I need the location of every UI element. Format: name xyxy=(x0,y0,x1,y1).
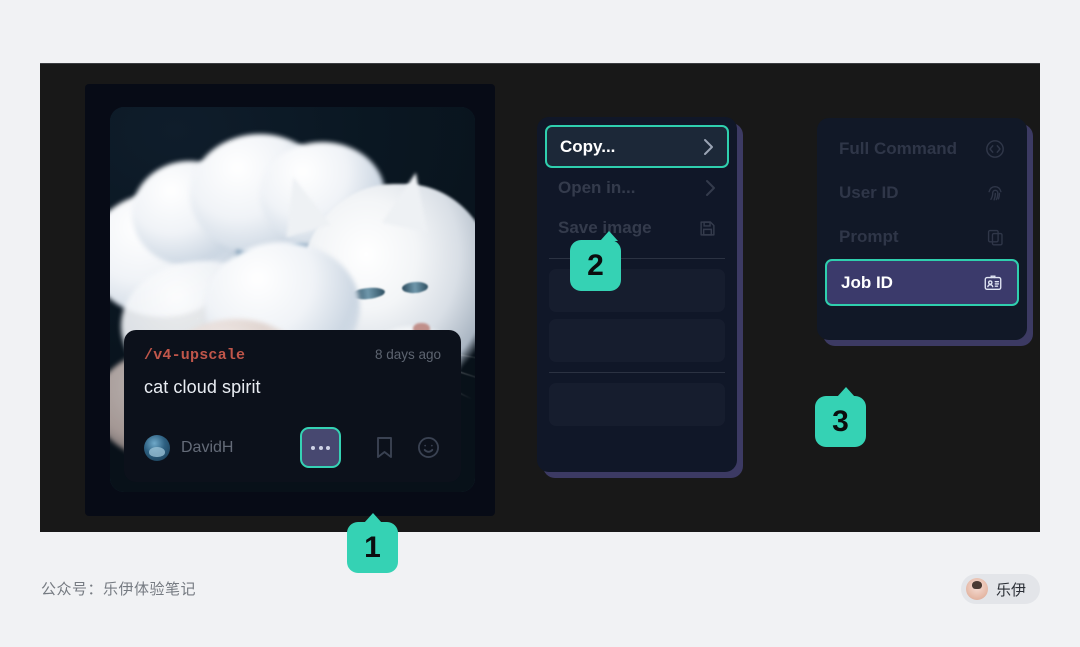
more-options-button[interactable] xyxy=(300,427,341,468)
dark-stage: /v4-upscale 8 days ago cat cloud spirit … xyxy=(40,63,1040,573)
context-menu: Copy... Open in... Save image xyxy=(537,117,737,472)
menu-placeholder-row[interactable] xyxy=(549,319,725,362)
full-command-menu-item[interactable]: Full Command xyxy=(825,127,1019,171)
job-id-label: Job ID xyxy=(841,272,893,292)
fingerprint-icon xyxy=(988,185,1002,201)
prompt-text: cat cloud spirit xyxy=(144,377,261,397)
copy-submenu: Full Command User ID Prompt Job ID xyxy=(817,118,1027,340)
save-icon xyxy=(700,220,715,236)
code-icon xyxy=(986,140,1004,158)
bookmark-icon[interactable] xyxy=(369,433,399,463)
image-card-container: /v4-upscale 8 days ago cat cloud spirit … xyxy=(85,84,495,516)
card-info-panel: /v4-upscale 8 days ago cat cloud spirit … xyxy=(124,330,461,482)
avatar xyxy=(144,434,170,461)
brand-badge: 乐伊 xyxy=(960,574,1040,604)
image-card[interactable]: /v4-upscale 8 days ago cat cloud spirit … xyxy=(110,107,475,492)
user-id-menu-item[interactable]: User ID xyxy=(825,171,1019,215)
full-command-label: Full Command xyxy=(839,139,958,158)
job-id-menu-item[interactable]: Job ID xyxy=(825,259,1019,306)
chevron-right-icon xyxy=(706,180,715,196)
callout-badge-2: 2 xyxy=(570,231,621,291)
prompt-label: Prompt xyxy=(839,227,899,246)
smiley-icon[interactable] xyxy=(413,433,443,463)
copy-icon xyxy=(987,229,1003,246)
prompt-menu-item[interactable]: Prompt xyxy=(825,215,1019,259)
brand-avatar-icon xyxy=(965,578,988,600)
brand-name-label: 乐伊 xyxy=(995,581,1026,599)
timestamp-label: 8 days ago xyxy=(374,347,441,362)
open-in-menu-item[interactable]: Open in... xyxy=(545,168,729,208)
author-name: DavidH xyxy=(181,438,234,456)
user-id-label: User ID xyxy=(839,183,899,202)
dot-icon xyxy=(311,445,315,450)
copy-menu-item[interactable]: Copy... xyxy=(545,125,729,168)
callout-badge-3: 3 xyxy=(815,387,866,447)
callout-badge-1: 1 xyxy=(347,513,398,573)
footer-caption: 公众号：乐伊体验笔记 xyxy=(41,581,197,598)
command-label: /v4-upscale xyxy=(144,347,246,364)
dot-icon xyxy=(318,445,323,450)
dot-icon xyxy=(326,445,330,450)
open-in-menu-item-label: Open in... xyxy=(558,178,636,197)
id-badge-icon xyxy=(984,275,1002,290)
chevron-right-icon xyxy=(704,138,713,155)
copy-menu-item-label: Copy... xyxy=(560,136,616,156)
menu-divider xyxy=(549,372,725,373)
menu-placeholder-row[interactable] xyxy=(549,383,725,426)
